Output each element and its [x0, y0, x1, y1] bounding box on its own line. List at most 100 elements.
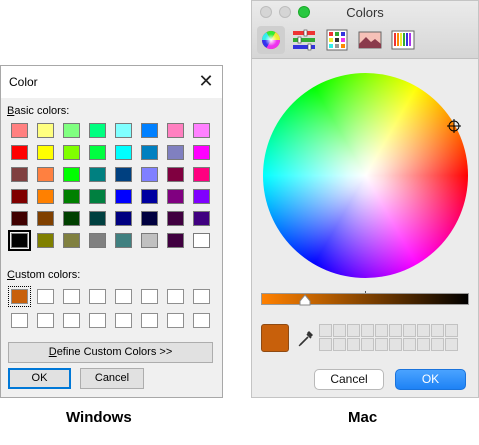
basic-color-swatch[interactable] [141, 211, 158, 226]
custom-color-swatch[interactable] [63, 313, 80, 328]
swatch-slot[interactable] [361, 338, 374, 351]
basic-color-swatch[interactable] [37, 233, 54, 248]
basic-color-swatch[interactable] [37, 167, 54, 182]
basic-color-swatch[interactable] [115, 233, 132, 248]
basic-color-swatch[interactable] [89, 167, 106, 182]
custom-color-swatch[interactable] [141, 289, 158, 304]
swatch-slot[interactable] [389, 324, 402, 337]
custom-color-swatch[interactable] [193, 289, 210, 304]
color-wheel[interactable] [263, 73, 468, 278]
windows-cancel-button[interactable]: Cancel [80, 368, 144, 389]
basic-color-swatch[interactable] [89, 233, 106, 248]
mac-cancel-button[interactable]: Cancel [314, 369, 384, 390]
swatch-slot[interactable] [319, 338, 332, 351]
basic-color-swatch[interactable] [63, 233, 80, 248]
basic-color-swatch[interactable] [193, 189, 210, 204]
basic-color-swatch[interactable] [89, 189, 106, 204]
swatch-slot[interactable] [445, 338, 458, 351]
basic-color-swatch[interactable] [115, 167, 132, 182]
crosshair-icon[interactable] [447, 119, 461, 133]
basic-color-swatch[interactable] [11, 123, 28, 138]
basic-color-swatch[interactable] [141, 233, 158, 248]
basic-color-swatch[interactable] [89, 145, 106, 160]
eyedropper-icon[interactable] [296, 328, 316, 348]
custom-color-swatch[interactable] [115, 313, 132, 328]
basic-color-swatch[interactable] [193, 211, 210, 226]
custom-color-swatch[interactable] [167, 289, 184, 304]
basic-color-swatch[interactable] [89, 211, 106, 226]
basic-color-swatch[interactable] [37, 189, 54, 204]
basic-color-swatch[interactable] [167, 233, 184, 248]
basic-color-swatch[interactable] [11, 167, 28, 182]
swatch-slot[interactable] [361, 324, 374, 337]
basic-color-swatch[interactable] [63, 189, 80, 204]
custom-color-swatch[interactable] [37, 313, 54, 328]
windows-ok-button[interactable]: OK [8, 368, 71, 389]
swatch-slot[interactable] [333, 338, 346, 351]
basic-color-swatch[interactable] [37, 145, 54, 160]
swatch-slot[interactable] [403, 338, 416, 351]
basic-color-swatch[interactable] [167, 189, 184, 204]
basic-color-swatch[interactable] [141, 167, 158, 182]
close-icon[interactable]: ✕ [194, 70, 218, 94]
pencils-tab[interactable] [389, 26, 417, 54]
basic-color-swatch[interactable] [193, 167, 210, 182]
basic-color-swatch[interactable] [167, 167, 184, 182]
color-palettes-tab[interactable] [323, 26, 351, 54]
mac-ok-button[interactable]: OK [395, 369, 466, 390]
basic-color-swatch[interactable] [115, 123, 132, 138]
basic-color-swatch[interactable] [115, 211, 132, 226]
define-custom-colors-button[interactable]: Define Custom Colors >> [8, 342, 213, 363]
basic-color-swatch[interactable] [11, 145, 28, 160]
custom-color-swatch[interactable] [11, 313, 28, 328]
swatch-slot[interactable] [375, 338, 388, 351]
basic-color-swatch[interactable] [63, 123, 80, 138]
color-sliders-tab[interactable] [290, 26, 318, 54]
basic-color-swatch[interactable] [141, 145, 158, 160]
custom-color-swatch[interactable] [193, 313, 210, 328]
basic-color-swatch[interactable] [8, 230, 31, 251]
swatch-slot[interactable] [389, 338, 402, 351]
basic-color-swatch[interactable] [193, 233, 210, 248]
basic-color-swatch[interactable] [193, 123, 210, 138]
basic-color-swatch[interactable] [115, 145, 132, 160]
basic-color-swatch[interactable] [11, 189, 28, 204]
basic-color-swatch[interactable] [141, 123, 158, 138]
custom-color-swatch[interactable] [63, 289, 80, 304]
basic-color-swatch[interactable] [63, 145, 80, 160]
swatch-slot[interactable] [347, 324, 360, 337]
swatch-slot[interactable] [417, 338, 430, 351]
swatch-slot[interactable] [319, 324, 332, 337]
basic-color-swatch[interactable] [89, 123, 106, 138]
swatch-slot[interactable] [431, 338, 444, 351]
basic-color-swatch[interactable] [141, 189, 158, 204]
color-wheel-tab[interactable] [257, 26, 285, 54]
slider-knob[interactable] [299, 294, 311, 306]
basic-color-swatch[interactable] [193, 145, 210, 160]
custom-color-swatch[interactable] [37, 289, 54, 304]
current-color-well[interactable] [261, 324, 289, 352]
brightness-slider[interactable] [261, 293, 469, 305]
swatch-slot[interactable] [375, 324, 388, 337]
basic-color-swatch[interactable] [37, 123, 54, 138]
basic-color-swatch[interactable] [37, 211, 54, 226]
basic-color-swatch[interactable] [63, 211, 80, 226]
custom-color-swatch[interactable] [89, 289, 106, 304]
image-palettes-tab[interactable] [356, 26, 384, 54]
basic-color-swatch[interactable] [167, 145, 184, 160]
basic-color-swatch[interactable] [167, 211, 184, 226]
custom-color-swatch[interactable] [115, 289, 132, 304]
custom-color-swatch[interactable] [8, 286, 31, 307]
basic-color-swatch[interactable] [167, 123, 184, 138]
basic-color-swatch[interactable] [115, 189, 132, 204]
custom-color-swatch[interactable] [167, 313, 184, 328]
custom-color-swatch[interactable] [89, 313, 106, 328]
custom-color-swatch[interactable] [141, 313, 158, 328]
basic-color-swatch[interactable] [11, 211, 28, 226]
swatch-slot[interactable] [417, 324, 430, 337]
swatch-slot[interactable] [403, 324, 416, 337]
basic-color-swatch[interactable] [63, 167, 80, 182]
swatch-slot[interactable] [347, 338, 360, 351]
swatch-slot[interactable] [445, 324, 458, 337]
swatch-slot[interactable] [333, 324, 346, 337]
